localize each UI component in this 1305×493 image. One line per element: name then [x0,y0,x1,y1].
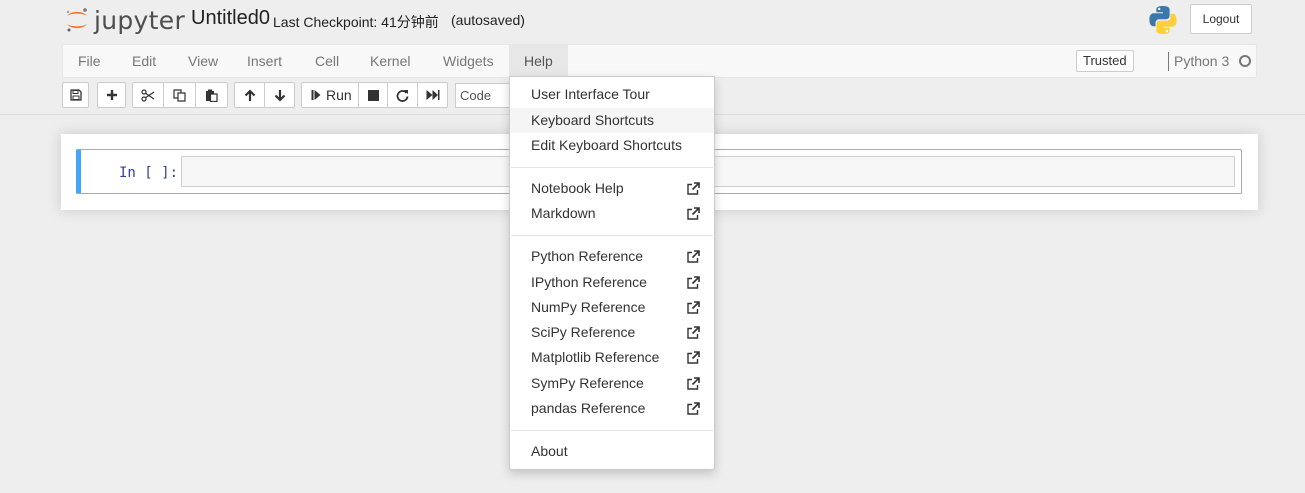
kernel-idle-indicator [1239,55,1251,67]
insert-cell-button[interactable] [97,82,126,108]
arrow-up-icon [244,89,256,102]
arrow-down-icon [274,89,286,102]
help-item-label: SymPy Reference [531,375,644,391]
help-item-label: User Interface Tour [531,86,650,102]
external-link-icon [686,326,700,340]
jupyter-logo-icon [66,8,87,32]
paste-icon [206,89,218,102]
move-up-button[interactable] [234,82,265,108]
checkpoint-status: Last Checkpoint: 41分钟前 [273,14,439,30]
help-item-markdown[interactable]: Markdown [510,201,714,226]
stop-icon [367,89,379,101]
external-link-icon [686,182,700,196]
menu-divider [511,167,713,168]
external-link-icon [686,276,700,290]
external-link-icon [686,250,700,264]
refresh-icon [396,89,409,102]
help-item-label: IPython Reference [531,274,647,290]
external-link-icon [686,402,700,416]
python-logo-icon [1149,6,1177,34]
menu-widgets[interactable]: Widgets [428,45,509,78]
help-item-label: Edit Keyboard Shortcuts [531,137,682,153]
menu-help[interactable]: Help [509,45,568,78]
menu-insert[interactable]: Insert [232,45,297,78]
external-link-icon [686,351,700,365]
external-link-icon [686,301,700,315]
menu-file[interactable]: File [63,45,116,78]
help-item-about[interactable]: About [510,439,714,464]
help-item-user-interface-tour[interactable]: User Interface Tour [510,82,714,107]
help-item-matplotlib-reference[interactable]: Matplotlib Reference [510,345,714,370]
logout-button[interactable]: Logout [1190,4,1252,34]
menu-divider [511,235,713,236]
cut-button[interactable] [132,82,164,108]
menubar: File Edit View Insert Cell Kernel Widget… [62,44,1257,78]
help-item-ipython-reference[interactable]: IPython Reference [510,270,714,295]
external-link-icon [686,377,700,391]
help-dropdown: User Interface Tour Keyboard Shortcuts E… [509,76,715,470]
help-item-pandas-reference[interactable]: pandas Reference [510,396,714,421]
menu-edit[interactable]: Edit [117,45,171,78]
help-item-label: Markdown [531,205,596,221]
plus-icon [106,90,117,100]
help-item-label: Keyboard Shortcuts [531,112,654,128]
help-item-label: Matplotlib Reference [531,349,660,365]
fast-forward-icon [426,90,439,100]
help-item-edit-keyboard-shortcuts[interactable]: Edit Keyboard Shortcuts [510,133,714,158]
paste-button[interactable] [195,82,228,108]
jupyter-logo[interactable]: jupyter [64,4,185,36]
logo-text: jupyter [94,5,186,35]
help-item-label: SciPy Reference [531,324,636,340]
kernel-name: Python 3 [1174,53,1230,69]
save-button[interactable] [62,82,89,108]
restart-button[interactable] [387,82,418,108]
restart-run-all-button[interactable] [417,82,448,108]
autosave-status: (autosaved) [451,12,525,28]
help-item-keyboard-shortcuts[interactable]: Keyboard Shortcuts [510,108,714,133]
help-item-label: Notebook Help [531,180,624,196]
cell-type-select[interactable]: Code [455,83,515,108]
copy-icon [173,89,186,102]
floppy-disk-icon [70,89,82,101]
run-button[interactable]: Run [301,82,359,108]
help-item-notebook-help[interactable]: Notebook Help [510,176,714,201]
help-item-label: Python Reference [531,248,644,264]
header-top: jupyter Untitled0 Last Checkpoint: 41分钟前… [0,0,1305,42]
step-forward-icon [311,90,321,100]
help-item-label: NumPy Reference [531,299,646,315]
interrupt-button[interactable] [358,82,388,108]
external-link-icon [686,207,700,221]
help-item-python-reference[interactable]: Python Reference [510,244,714,269]
input-prompt: In [ ]: [119,165,179,181]
menu-divider [511,430,713,431]
help-item-sympy-reference[interactable]: SymPy Reference [510,371,714,396]
run-label: Run [326,87,352,103]
kernel-divider [1168,52,1169,71]
scissors-icon [141,89,155,102]
menu-cell[interactable]: Cell [300,45,354,78]
menu-kernel[interactable]: Kernel [355,45,425,78]
menu-view[interactable]: View [173,45,233,78]
help-item-numpy-reference[interactable]: NumPy Reference [510,295,714,320]
move-down-button[interactable] [264,82,295,108]
help-item-scipy-reference[interactable]: SciPy Reference [510,320,714,345]
notebook-name[interactable]: Untitled0 [191,7,270,30]
trusted-indicator[interactable]: Trusted [1076,50,1134,72]
help-item-label: pandas Reference [531,400,646,416]
copy-button[interactable] [163,82,196,108]
help-item-label: About [531,443,568,459]
